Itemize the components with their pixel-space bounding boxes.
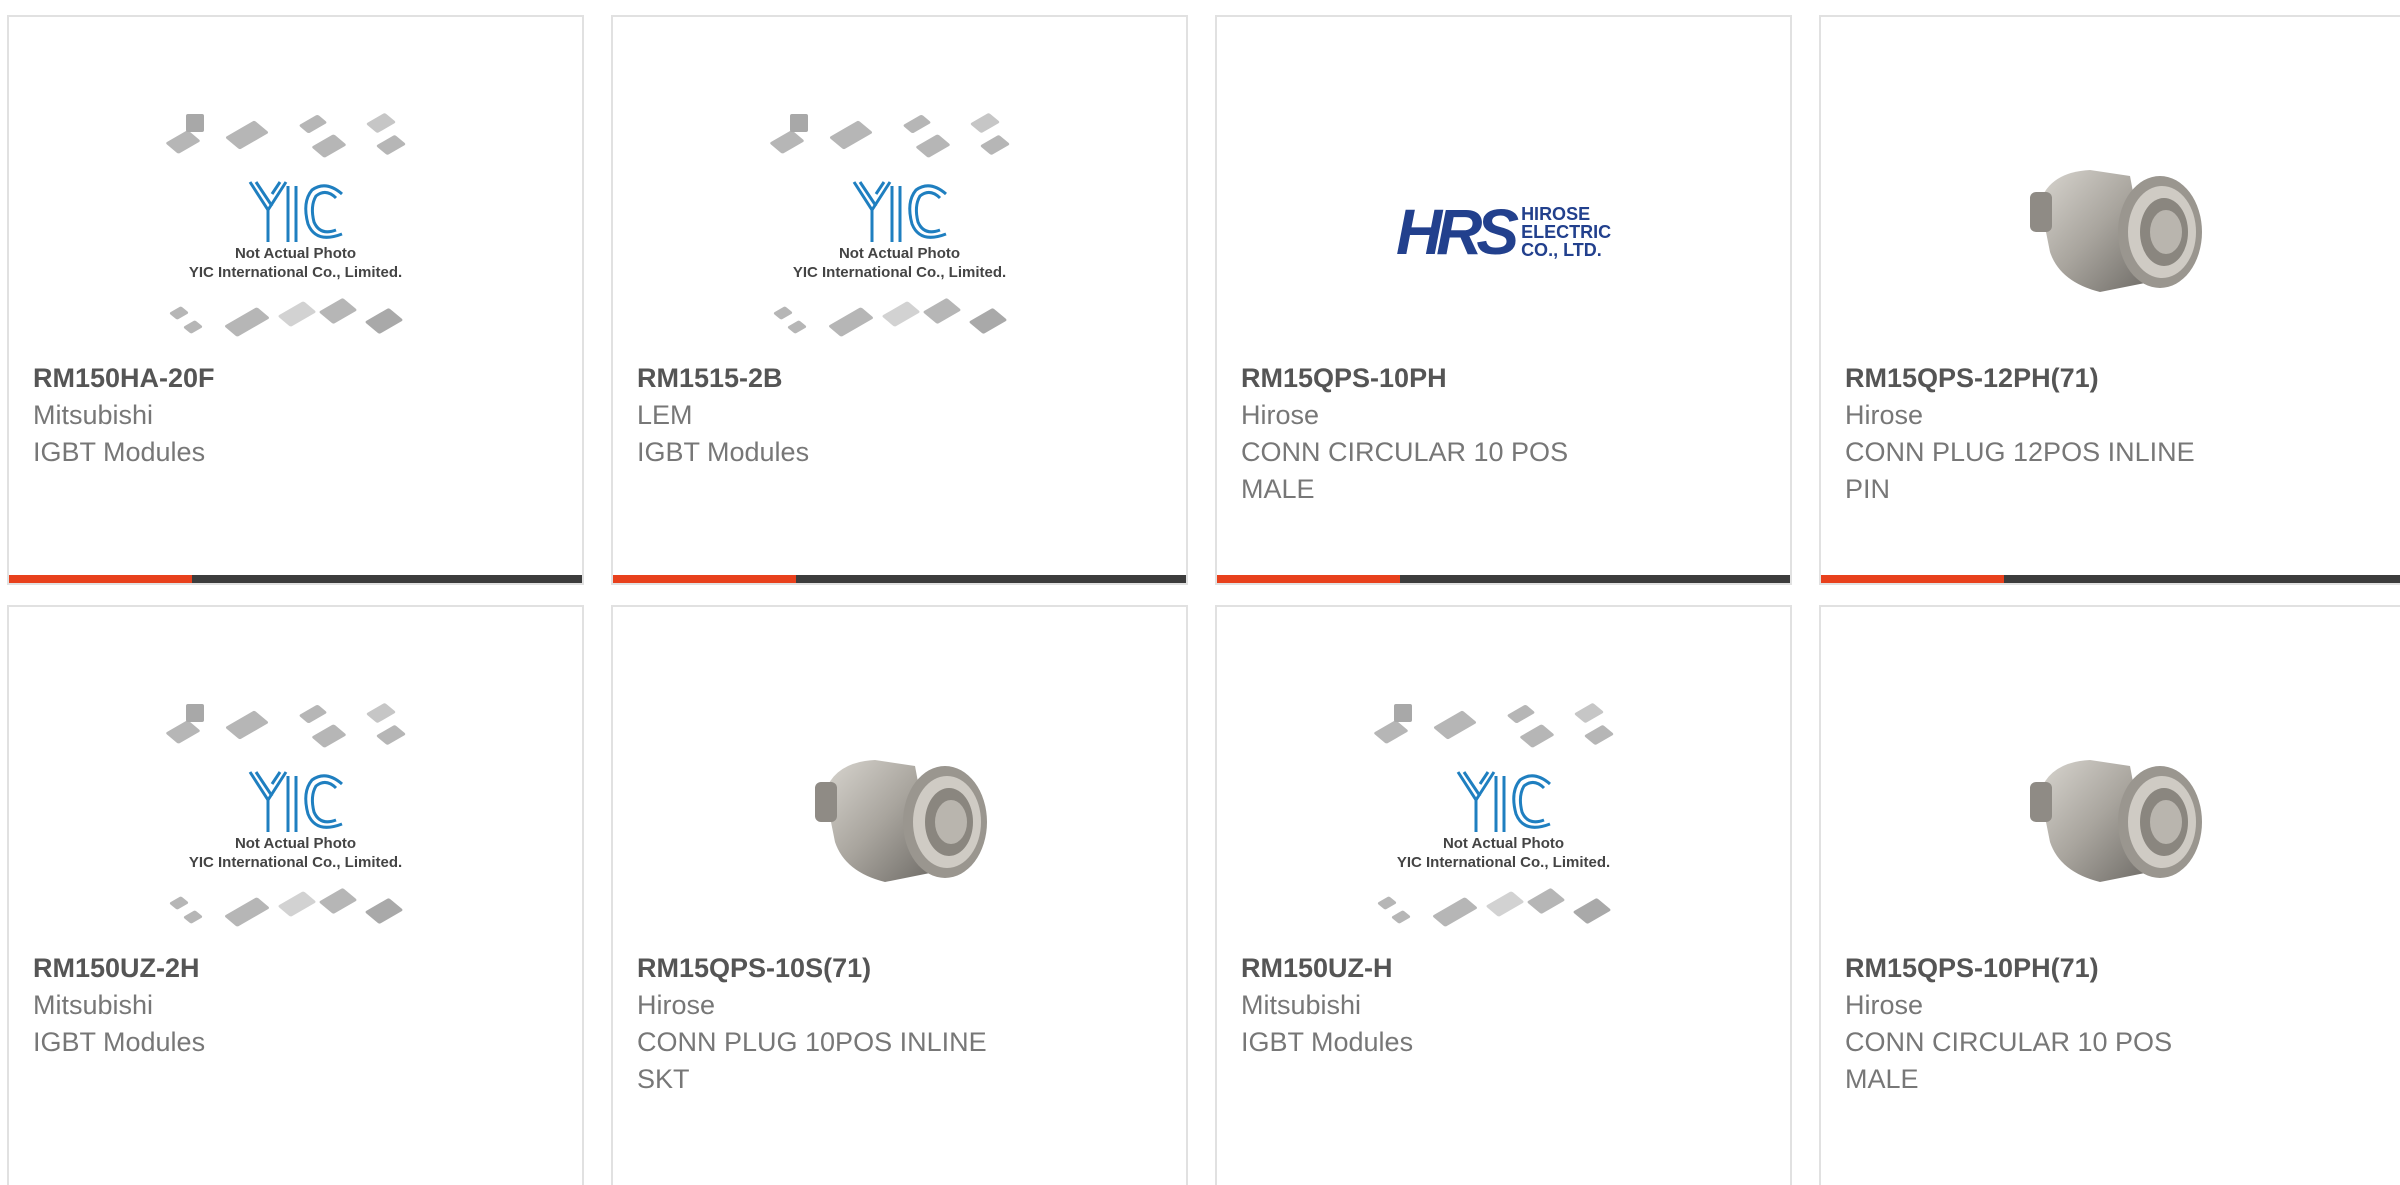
manufacturer-name: Hirose	[1845, 400, 1924, 430]
part-number-link[interactable]: RM15QPS-10PH(71)	[1845, 949, 2385, 987]
product-card[interactable]: RM15QPS-12PH(71) Hirose CONN PLUG 12POS IN…	[1819, 15, 2400, 585]
product-card[interactable]: Not Actual Photo YIC International Co., …	[1215, 605, 1792, 1185]
part-number-link[interactable]: RM15QPS-10PH	[1241, 359, 1766, 397]
hirose-logo-mark: HRS	[1395, 196, 1519, 268]
product-description: IGBT Modules	[33, 1027, 206, 1057]
circular-connector-photo	[814, 760, 987, 882]
product-info: RM15QPS-12PH(71) Hirose CONN PLUG 12POS IN…	[1845, 359, 2385, 508]
product-info: RM150UZ-2H Mitsubishi IGBT Modules	[33, 949, 558, 1061]
product-card[interactable]: Not Actual Photo YIC International Co., …	[7, 15, 584, 585]
manufacturer-name: Mitsubishi	[33, 400, 154, 430]
card-accent-bar	[1217, 575, 1790, 583]
placeholder-line1: Not Actual Photo	[234, 245, 357, 262]
placeholder-line2: YIC International Co., Limited.	[792, 264, 1007, 281]
placeholder-line2: YIC International Co., Limited.	[1396, 854, 1611, 871]
card-accent-highlight	[9, 575, 192, 583]
product-description: CONN CIRCULAR 10 POS MALE	[1845, 1027, 2173, 1094]
product-description: IGBT Modules	[637, 437, 810, 467]
manufacturer-name: Hirose	[637, 990, 716, 1020]
product-card[interactable]: Not Actual Photo YIC International Co., …	[611, 15, 1188, 585]
yic-logo-icon	[1456, 771, 1551, 832]
product-image[interactable]: HRS HIROSE ELECTRIC CO., LTD.	[1217, 97, 1790, 367]
placeholder-line1: Not Actual Photo	[838, 245, 961, 262]
circular-connector-photo	[2030, 170, 2202, 292]
card-accent-bar	[9, 575, 582, 583]
product-description: IGBT Modules	[33, 437, 206, 467]
hirose-logo-line3: CO., LTD.	[1521, 240, 1602, 260]
placeholder-line1: Not Actual Photo	[1442, 835, 1565, 852]
not-actual-photo-image: Not Actual Photo YIC International Co., …	[760, 112, 1040, 352]
product-image[interactable]	[613, 687, 1186, 957]
product-description: CONN PLUG 10POS INLINE SKT	[637, 1027, 987, 1094]
not-actual-photo-image: Not Actual Photo YIC International Co., …	[156, 702, 436, 942]
manufacturer-name: Mitsubishi	[1241, 990, 1362, 1020]
product-image[interactable]: Not Actual Photo YIC International Co., …	[9, 687, 582, 957]
product-info: RM1515-2B LEM IGBT Modules	[637, 359, 1162, 471]
not-actual-photo-image: Not Actual Photo YIC International Co., …	[156, 112, 436, 352]
product-grid: Not Actual Photo YIC International Co., …	[0, 0, 2400, 1185]
circular-connector-photo	[2030, 760, 2202, 882]
manufacturer-name: LEM	[637, 400, 693, 430]
manufacturer-name: Hirose	[1845, 990, 1924, 1020]
part-number-link[interactable]: RM1515-2B	[637, 359, 1162, 397]
part-number-link[interactable]: RM15QPS-10S(71)	[637, 949, 1162, 987]
card-accent-bar	[1821, 575, 2400, 583]
product-info: RM15QPS-10PH(71) Hirose CONN CIRCULAR 10 P…	[1845, 949, 2385, 1098]
hirose-logo-line2: ELECTRIC	[1521, 222, 1612, 242]
placeholder-line2: YIC International Co., Limited.	[188, 854, 403, 871]
product-description: CONN PLUG 12POS INLINE PIN	[1845, 437, 2195, 504]
hirose-logo-line1: HIROSE	[1521, 204, 1591, 224]
part-number-link[interactable]: RM150UZ-2H	[33, 949, 558, 987]
product-description: CONN CIRCULAR 10 POS MALE	[1241, 437, 1569, 504]
product-image[interactable]: Not Actual Photo YIC International Co., …	[613, 97, 1186, 367]
product-card[interactable]: RM15QPS-10PH(71) Hirose CONN CIRCULAR 10 P…	[1819, 605, 2400, 1185]
card-accent-highlight	[1217, 575, 1400, 583]
product-card[interactable]: HRS HIROSE ELECTRIC CO., LTD. RM15QPS-10…	[1215, 15, 1792, 585]
card-accent-highlight	[613, 575, 796, 583]
placeholder-line1: Not Actual Photo	[234, 835, 357, 852]
product-image[interactable]: Not Actual Photo YIC International Co., …	[9, 97, 582, 367]
product-image[interactable]: Not Actual Photo YIC International Co., …	[1217, 687, 1790, 957]
manufacturer-name: Hirose	[1241, 400, 1320, 430]
card-accent-highlight	[1821, 575, 2004, 583]
product-info: RM150UZ-H Mitsubishi IGBT Modules	[1241, 949, 1766, 1061]
product-card[interactable]: Not Actual Photo YIC International Co., …	[7, 605, 584, 1185]
product-info: RM150HA-20F Mitsubishi IGBT Modules	[33, 359, 558, 471]
yic-logo-icon	[248, 181, 343, 242]
product-info: RM15QPS-10S(71) Hirose CONN PLUG 10POS INL…	[637, 949, 1162, 1098]
product-card[interactable]: RM15QPS-10S(71) Hirose CONN PLUG 10POS INL…	[611, 605, 1188, 1185]
part-number-link[interactable]: RM150UZ-H	[1241, 949, 1766, 987]
part-number-link[interactable]: RM15QPS-12PH(71)	[1845, 359, 2385, 397]
card-accent-bar	[613, 575, 1186, 583]
manufacturer-name: Mitsubishi	[33, 990, 154, 1020]
yic-logo-icon	[852, 181, 947, 242]
not-actual-photo-image: Not Actual Photo YIC International Co., …	[1364, 702, 1644, 942]
yic-logo-icon	[248, 771, 343, 832]
product-info: RM15QPS-10PH Hirose CONN CIRCULAR 10 POS M…	[1241, 359, 1766, 508]
part-number-link[interactable]: RM150HA-20F	[33, 359, 558, 397]
placeholder-line2: YIC International Co., Limited.	[188, 264, 403, 281]
product-image[interactable]	[1821, 687, 2400, 957]
product-description: IGBT Modules	[1241, 1027, 1414, 1057]
product-image[interactable]	[1821, 97, 2400, 367]
hirose-logo: HRS HIROSE ELECTRIC CO., LTD.	[1396, 195, 1611, 269]
